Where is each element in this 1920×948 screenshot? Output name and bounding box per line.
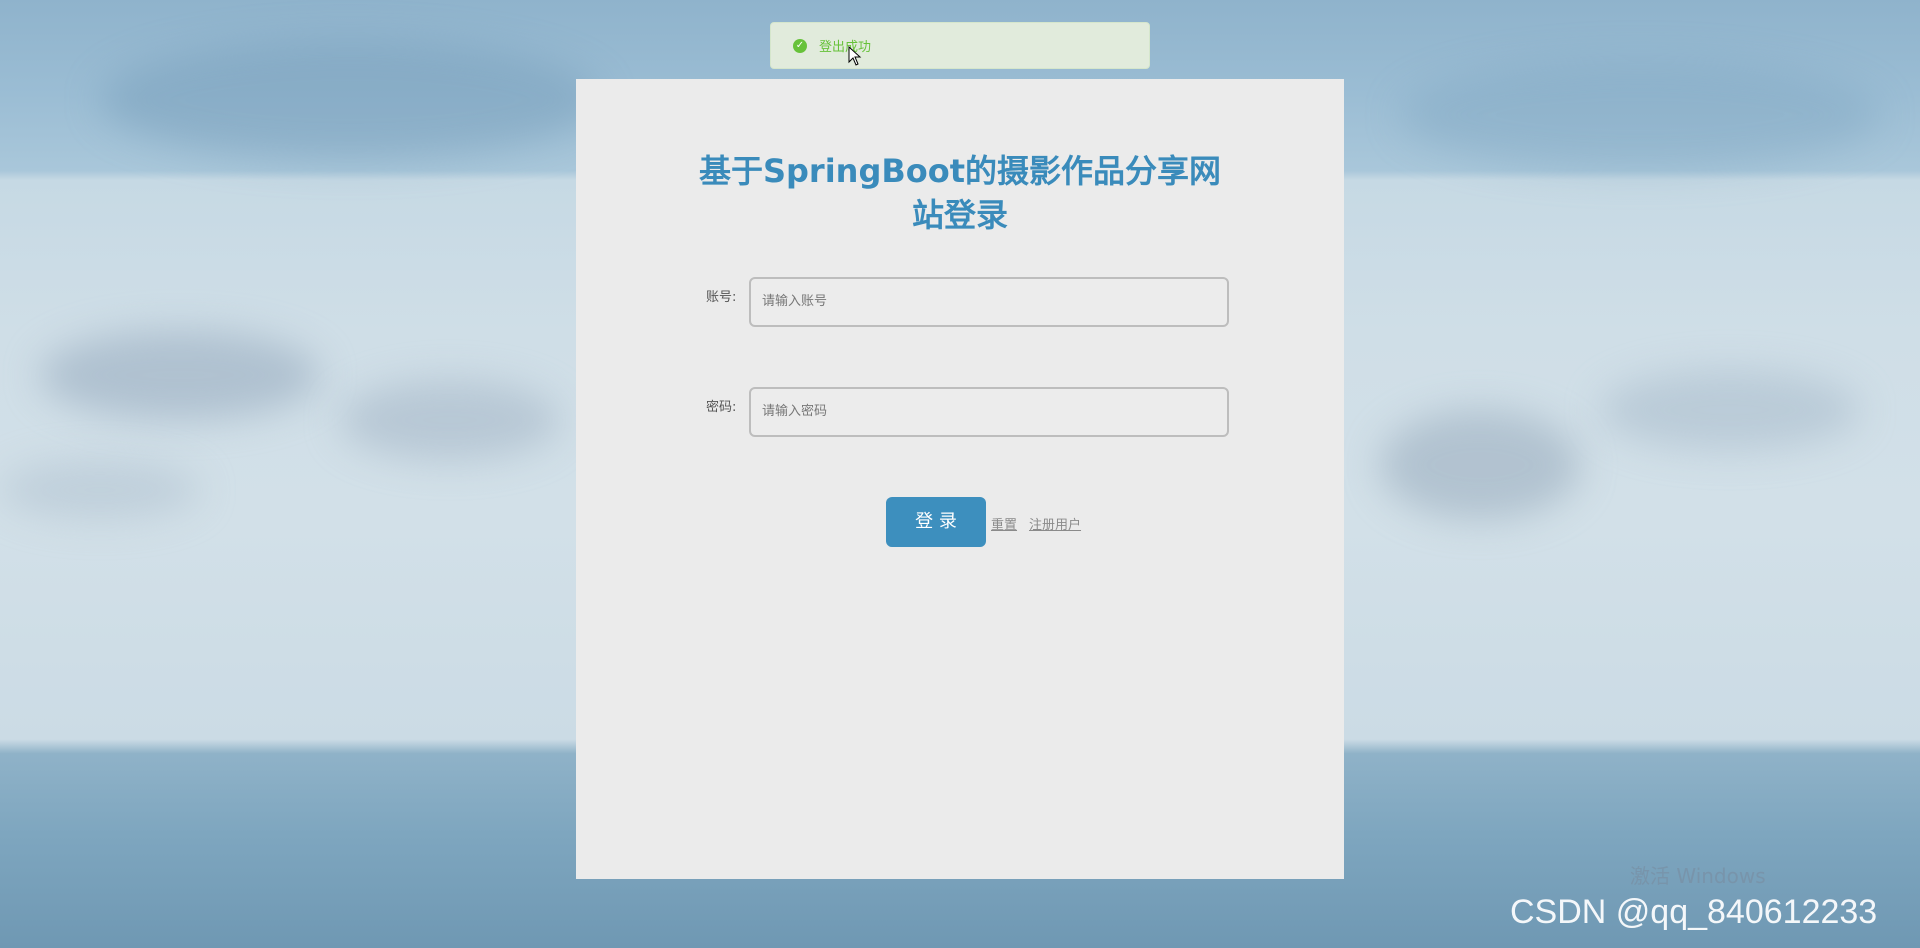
page-title-line2: 站登录 xyxy=(911,196,1008,234)
mouse-cursor-icon xyxy=(848,46,862,66)
csdn-watermark: CSDN @qq_840612233 xyxy=(1510,893,1878,931)
check-circle-icon: ✓ xyxy=(793,38,807,53)
background-cloud xyxy=(1380,410,1580,520)
password-label: 密码: xyxy=(706,400,737,415)
logout-success-toast: ✓ 登出成功 xyxy=(770,22,1150,69)
page-title-line1: 基于SpringBoot的摄影作品分享网 xyxy=(698,152,1222,190)
background-cloud xyxy=(1600,370,1860,450)
account-label: 账号: xyxy=(706,290,737,305)
login-panel: 基于SpringBoot的摄影作品分享网 站登录 账号: 请输入账号 密码: 请… xyxy=(576,79,1344,879)
toast-message: 登出成功 xyxy=(819,40,872,55)
background-cloud xyxy=(100,40,600,160)
login-button[interactable]: 登 录 xyxy=(886,497,986,547)
background-cloud xyxy=(340,380,560,460)
background-cloud xyxy=(40,330,320,420)
account-input[interactable]: 请输入账号 xyxy=(749,277,1229,327)
password-input[interactable]: 请输入密码 xyxy=(749,387,1229,437)
reset-link[interactable]: 重置 xyxy=(991,514,1017,533)
windows-activation-watermark: 激活 Windows xyxy=(1630,864,1766,888)
background-cloud xyxy=(0,460,200,520)
background-cloud xyxy=(1400,60,1880,170)
page-title: 基于SpringBoot的摄影作品分享网 站登录 xyxy=(576,149,1344,237)
register-link[interactable]: 注册用户 xyxy=(1029,514,1081,533)
